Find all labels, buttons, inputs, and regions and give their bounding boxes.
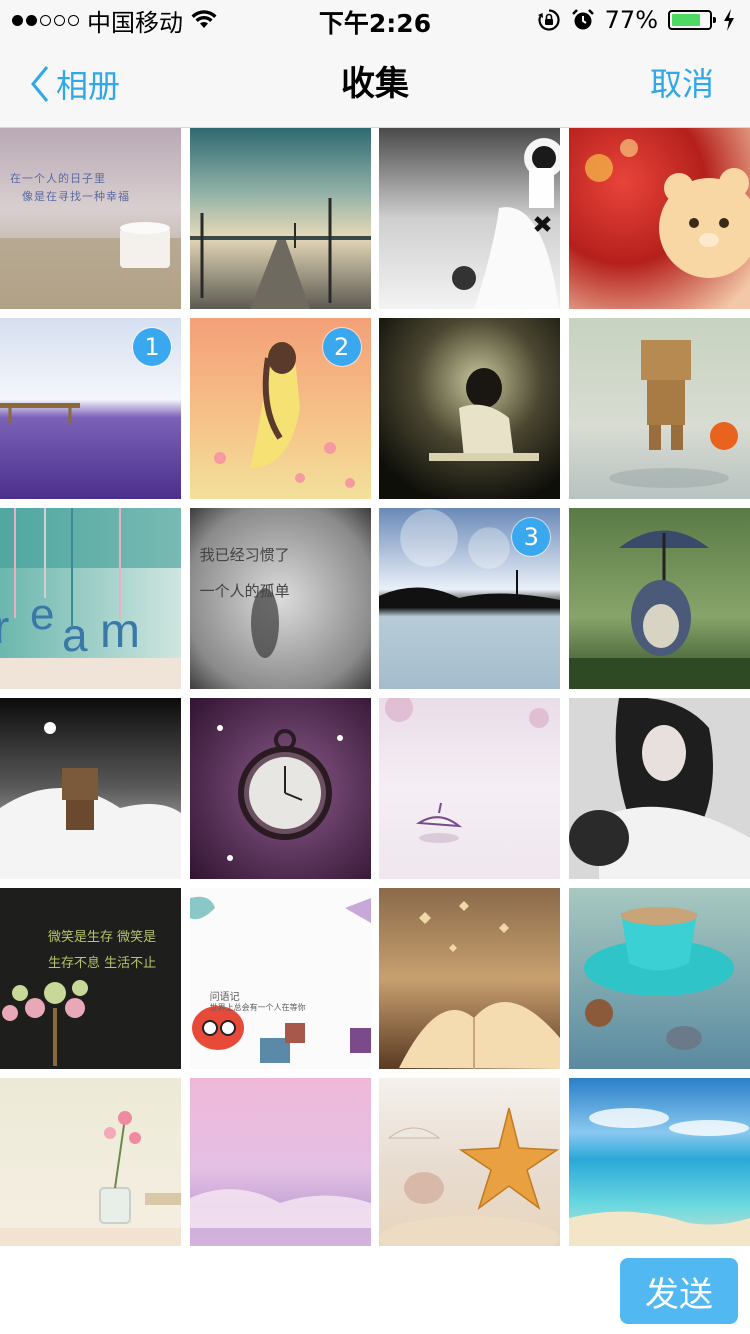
photo-caption-line: 一个人的孤单 bbox=[199, 582, 290, 600]
photo-image bbox=[0, 508, 181, 689]
photo-grid: 在一个人的日子里 像是在寻找一种幸福 1 2 r e a m 我已经习惯了 一个… bbox=[0, 128, 750, 1259]
selection-badge: 2 bbox=[322, 328, 361, 366]
photo-thumbnail[interactable] bbox=[189, 698, 371, 879]
battery-icon bbox=[668, 10, 716, 30]
photo-thumbnail[interactable] bbox=[568, 698, 750, 879]
photo-caption-line: 问语记 bbox=[209, 992, 240, 1003]
photo-thumbnail[interactable] bbox=[568, 318, 750, 499]
photo-thumbnail[interactable] bbox=[0, 1078, 181, 1259]
photo-image bbox=[379, 318, 561, 499]
photo-thumbnail[interactable]: 2 bbox=[189, 318, 371, 499]
photo-thumbnail[interactable] bbox=[568, 508, 750, 689]
photo-thumbnail[interactable] bbox=[379, 698, 561, 879]
bottom-toolbar: 发送 bbox=[0, 1246, 750, 1334]
alarm-icon bbox=[571, 9, 594, 30]
status-right: 77% bbox=[537, 6, 736, 34]
cancel-button[interactable]: 取消 bbox=[650, 62, 714, 106]
photo-caption-line: 在一个人的日子里 bbox=[10, 172, 106, 185]
letter-decoration: r bbox=[0, 601, 10, 653]
photo-image bbox=[189, 698, 371, 879]
photo-picker-screen: 中国移动 下午2:26 77% 相册 收集 取消 在一个人的日子里 像是在寻找一… bbox=[0, 0, 750, 1334]
photo-image bbox=[568, 698, 750, 879]
photo-thumbnail[interactable] bbox=[189, 128, 371, 309]
photo-image bbox=[0, 1078, 181, 1259]
letter-decoration: a bbox=[62, 609, 88, 661]
photo-image bbox=[568, 318, 750, 499]
navigation-bar: 相册 收集 取消 bbox=[0, 40, 750, 128]
photo-image bbox=[568, 1078, 750, 1259]
battery-percent: 77% bbox=[604, 6, 658, 34]
photo-thumbnail[interactable]: 微笑是生存 微笑是 生存不息 生活不止 bbox=[0, 888, 181, 1069]
photo-thumbnail[interactable]: 在一个人的日子里 像是在寻找一种幸福 bbox=[0, 128, 181, 309]
page-title: 收集 bbox=[341, 64, 409, 104]
photo-image bbox=[379, 1078, 561, 1259]
photo-thumbnail[interactable]: 问语记 世界上总会有一个人在等你 bbox=[189, 888, 371, 1069]
photo-image bbox=[0, 128, 181, 309]
photo-image bbox=[0, 888, 181, 1069]
photo-thumbnail[interactable] bbox=[568, 1078, 750, 1259]
photo-thumbnail[interactable] bbox=[568, 888, 750, 1069]
photo-thumbnail[interactable] bbox=[379, 128, 561, 309]
photo-image bbox=[568, 128, 750, 309]
photo-image bbox=[568, 508, 750, 689]
photo-thumbnail[interactable] bbox=[379, 318, 561, 499]
charging-bolt-icon bbox=[724, 9, 734, 31]
photo-caption-line: 像是在寻找一种幸福 bbox=[22, 190, 130, 203]
photo-caption-line: 我已经习惯了 bbox=[199, 546, 290, 564]
battery-level bbox=[672, 14, 700, 26]
photo-thumbnail[interactable] bbox=[379, 1078, 561, 1259]
photo-caption-line: 生存不息 生活不止 bbox=[48, 956, 157, 971]
photo-thumbnail[interactable]: r e a m bbox=[0, 508, 181, 689]
photo-image bbox=[568, 888, 750, 1069]
letter-decoration: e bbox=[30, 590, 55, 639]
photo-image bbox=[379, 698, 561, 879]
photo-thumbnail[interactable] bbox=[0, 698, 181, 879]
photo-image bbox=[0, 698, 181, 879]
photo-image bbox=[379, 888, 561, 1069]
photo-thumbnail[interactable]: 1 bbox=[0, 318, 181, 499]
send-button[interactable]: 发送 bbox=[620, 1258, 738, 1324]
photo-thumbnail[interactable] bbox=[568, 128, 750, 309]
photo-thumbnail[interactable]: 3 bbox=[379, 508, 561, 689]
letter-decoration: m bbox=[100, 605, 140, 658]
photo-image bbox=[189, 1078, 371, 1259]
photo-image bbox=[379, 128, 561, 309]
rotation-lock-icon bbox=[537, 9, 560, 31]
status-bar: 中国移动 下午2:26 77% bbox=[0, 0, 750, 40]
photo-thumbnail[interactable]: 我已经习惯了 一个人的孤单 bbox=[189, 508, 371, 689]
photo-image bbox=[189, 888, 371, 1069]
photo-thumbnail[interactable] bbox=[379, 888, 561, 1069]
photo-caption-line: 微笑是生存 微笑是 bbox=[48, 930, 157, 945]
selection-badge: 1 bbox=[133, 328, 171, 366]
photo-image bbox=[189, 128, 371, 309]
photo-thumbnail[interactable] bbox=[189, 1078, 371, 1259]
photo-caption-line: 世界上总会有一个人在等你 bbox=[209, 1003, 306, 1012]
